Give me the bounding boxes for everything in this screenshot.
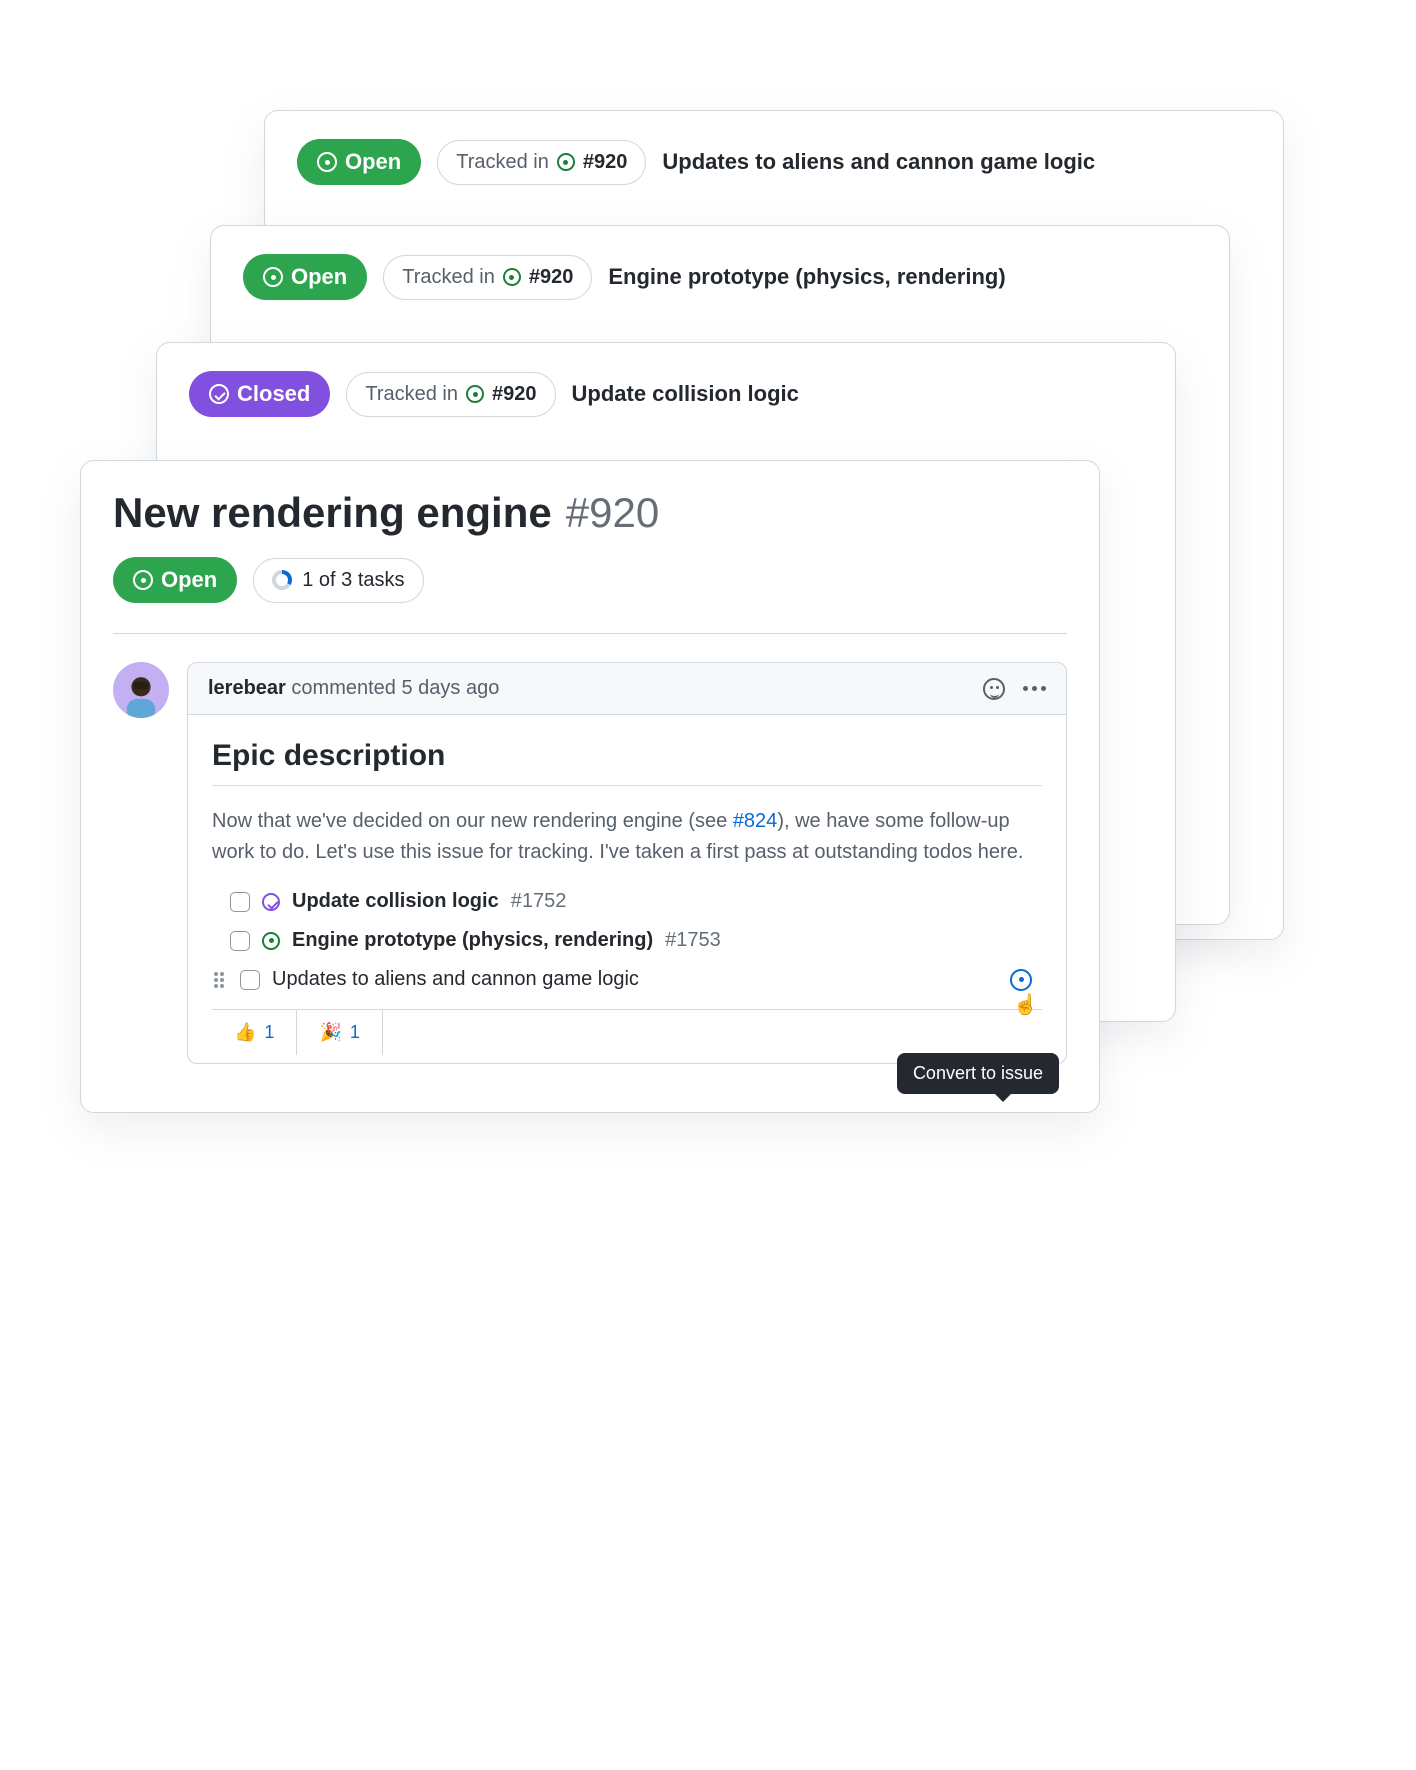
reaction-emoji: 👍 [234, 1022, 256, 1043]
task-num: #1752 [511, 890, 567, 913]
comment-header: lerebear commented 5 days ago [188, 663, 1066, 715]
task-num: #1753 [665, 929, 721, 952]
reaction-count: 1 [264, 1022, 274, 1043]
issue-open-icon [503, 268, 521, 286]
tracked-label: Tracked in [365, 383, 458, 406]
issue-title[interactable]: Engine prototype (physics, rendering) [608, 264, 1005, 290]
tasks-progress-chip[interactable]: 1 of 3 tasks [253, 558, 423, 603]
comment-heading: Epic description [212, 739, 1042, 786]
issue-title-text: New rendering engine [113, 489, 552, 537]
tracked-num: #920 [492, 383, 537, 406]
issue-card-main: New rendering engine #920 Open 1 of 3 ta… [80, 460, 1100, 1113]
reaction-count: 1 [350, 1022, 360, 1043]
reactions-bar: 👍 1 🎉 1 [212, 1009, 1042, 1055]
issue-link[interactable]: #824 [733, 810, 778, 832]
task-checkbox[interactable] [230, 931, 250, 951]
convert-to-issue-button[interactable] [1010, 969, 1032, 991]
tracked-num: #920 [583, 151, 628, 174]
tracked-in-chip[interactable]: Tracked in #920 [346, 372, 555, 417]
tracked-in-chip[interactable]: Tracked in #920 [383, 255, 592, 300]
issue-open-icon [133, 570, 153, 590]
status-label: Open [161, 567, 217, 593]
task-row[interactable]: Engine prototype (physics, rendering) #1… [212, 925, 1042, 956]
add-reaction-icon[interactable] [983, 678, 1005, 700]
task-row[interactable]: Update collision logic #1752 [212, 886, 1042, 917]
task-checkbox[interactable] [230, 892, 250, 912]
issue-title[interactable]: Updates to aliens and cannon game logic [662, 149, 1095, 175]
comment-box: lerebear commented 5 days ago Epic descr… [187, 662, 1067, 1064]
comment-time: 5 days ago [401, 677, 499, 699]
reaction-tada[interactable]: 🎉 1 [297, 1010, 382, 1055]
divider [113, 633, 1067, 634]
reaction-thumbsup[interactable]: 👍 1 [212, 1010, 297, 1055]
tracked-in-chip[interactable]: Tracked in #920 [437, 140, 646, 185]
status-label: Closed [237, 381, 310, 407]
issue-closed-icon [209, 384, 229, 404]
comment-author[interactable]: lerebear [208, 677, 286, 699]
status-pill-open: Open [297, 139, 421, 185]
progress-ring-icon [272, 570, 292, 590]
status-pill-closed: Closed [189, 371, 330, 417]
tasks-label: 1 of 3 tasks [302, 569, 404, 592]
comment-body-text: Now that we've decided on our new render… [212, 806, 1042, 868]
issue-open-icon [262, 932, 280, 950]
convert-tooltip: Convert to issue [897, 1053, 1059, 1094]
issue-open-icon [466, 385, 484, 403]
tracked-num: #920 [529, 266, 574, 289]
tracked-label: Tracked in [456, 151, 549, 174]
kebab-menu-icon[interactable] [1023, 686, 1046, 691]
status-pill-open: Open [243, 254, 367, 300]
avatar[interactable] [113, 662, 169, 718]
drag-handle-icon[interactable] [214, 972, 228, 988]
cursor-hand-icon: ☝️ [1013, 992, 1038, 1017]
page-title: New rendering engine #920 [113, 489, 1067, 537]
task-checkbox[interactable] [240, 970, 260, 990]
reaction-emoji: 🎉 [319, 1022, 341, 1043]
issue-open-icon [263, 267, 283, 287]
task-title[interactable]: Engine prototype (physics, rendering) [292, 929, 653, 952]
issue-open-icon [557, 153, 575, 171]
issue-closed-icon [262, 893, 280, 911]
status-label: Open [291, 264, 347, 290]
issue-title[interactable]: Update collision logic [572, 381, 799, 407]
status-label: Open [345, 149, 401, 175]
task-list: Update collision logic #1752 Engine prot… [212, 886, 1042, 995]
issue-open-icon [317, 152, 337, 172]
tracked-label: Tracked in [402, 266, 495, 289]
task-title[interactable]: Updates to aliens and cannon game logic [272, 968, 639, 991]
task-title[interactable]: Update collision logic [292, 890, 499, 913]
issue-number: #920 [566, 489, 659, 537]
task-row[interactable]: Updates to aliens and cannon game logic … [212, 964, 1042, 995]
status-pill-open: Open [113, 557, 237, 603]
comment-verb: commented [291, 677, 396, 699]
